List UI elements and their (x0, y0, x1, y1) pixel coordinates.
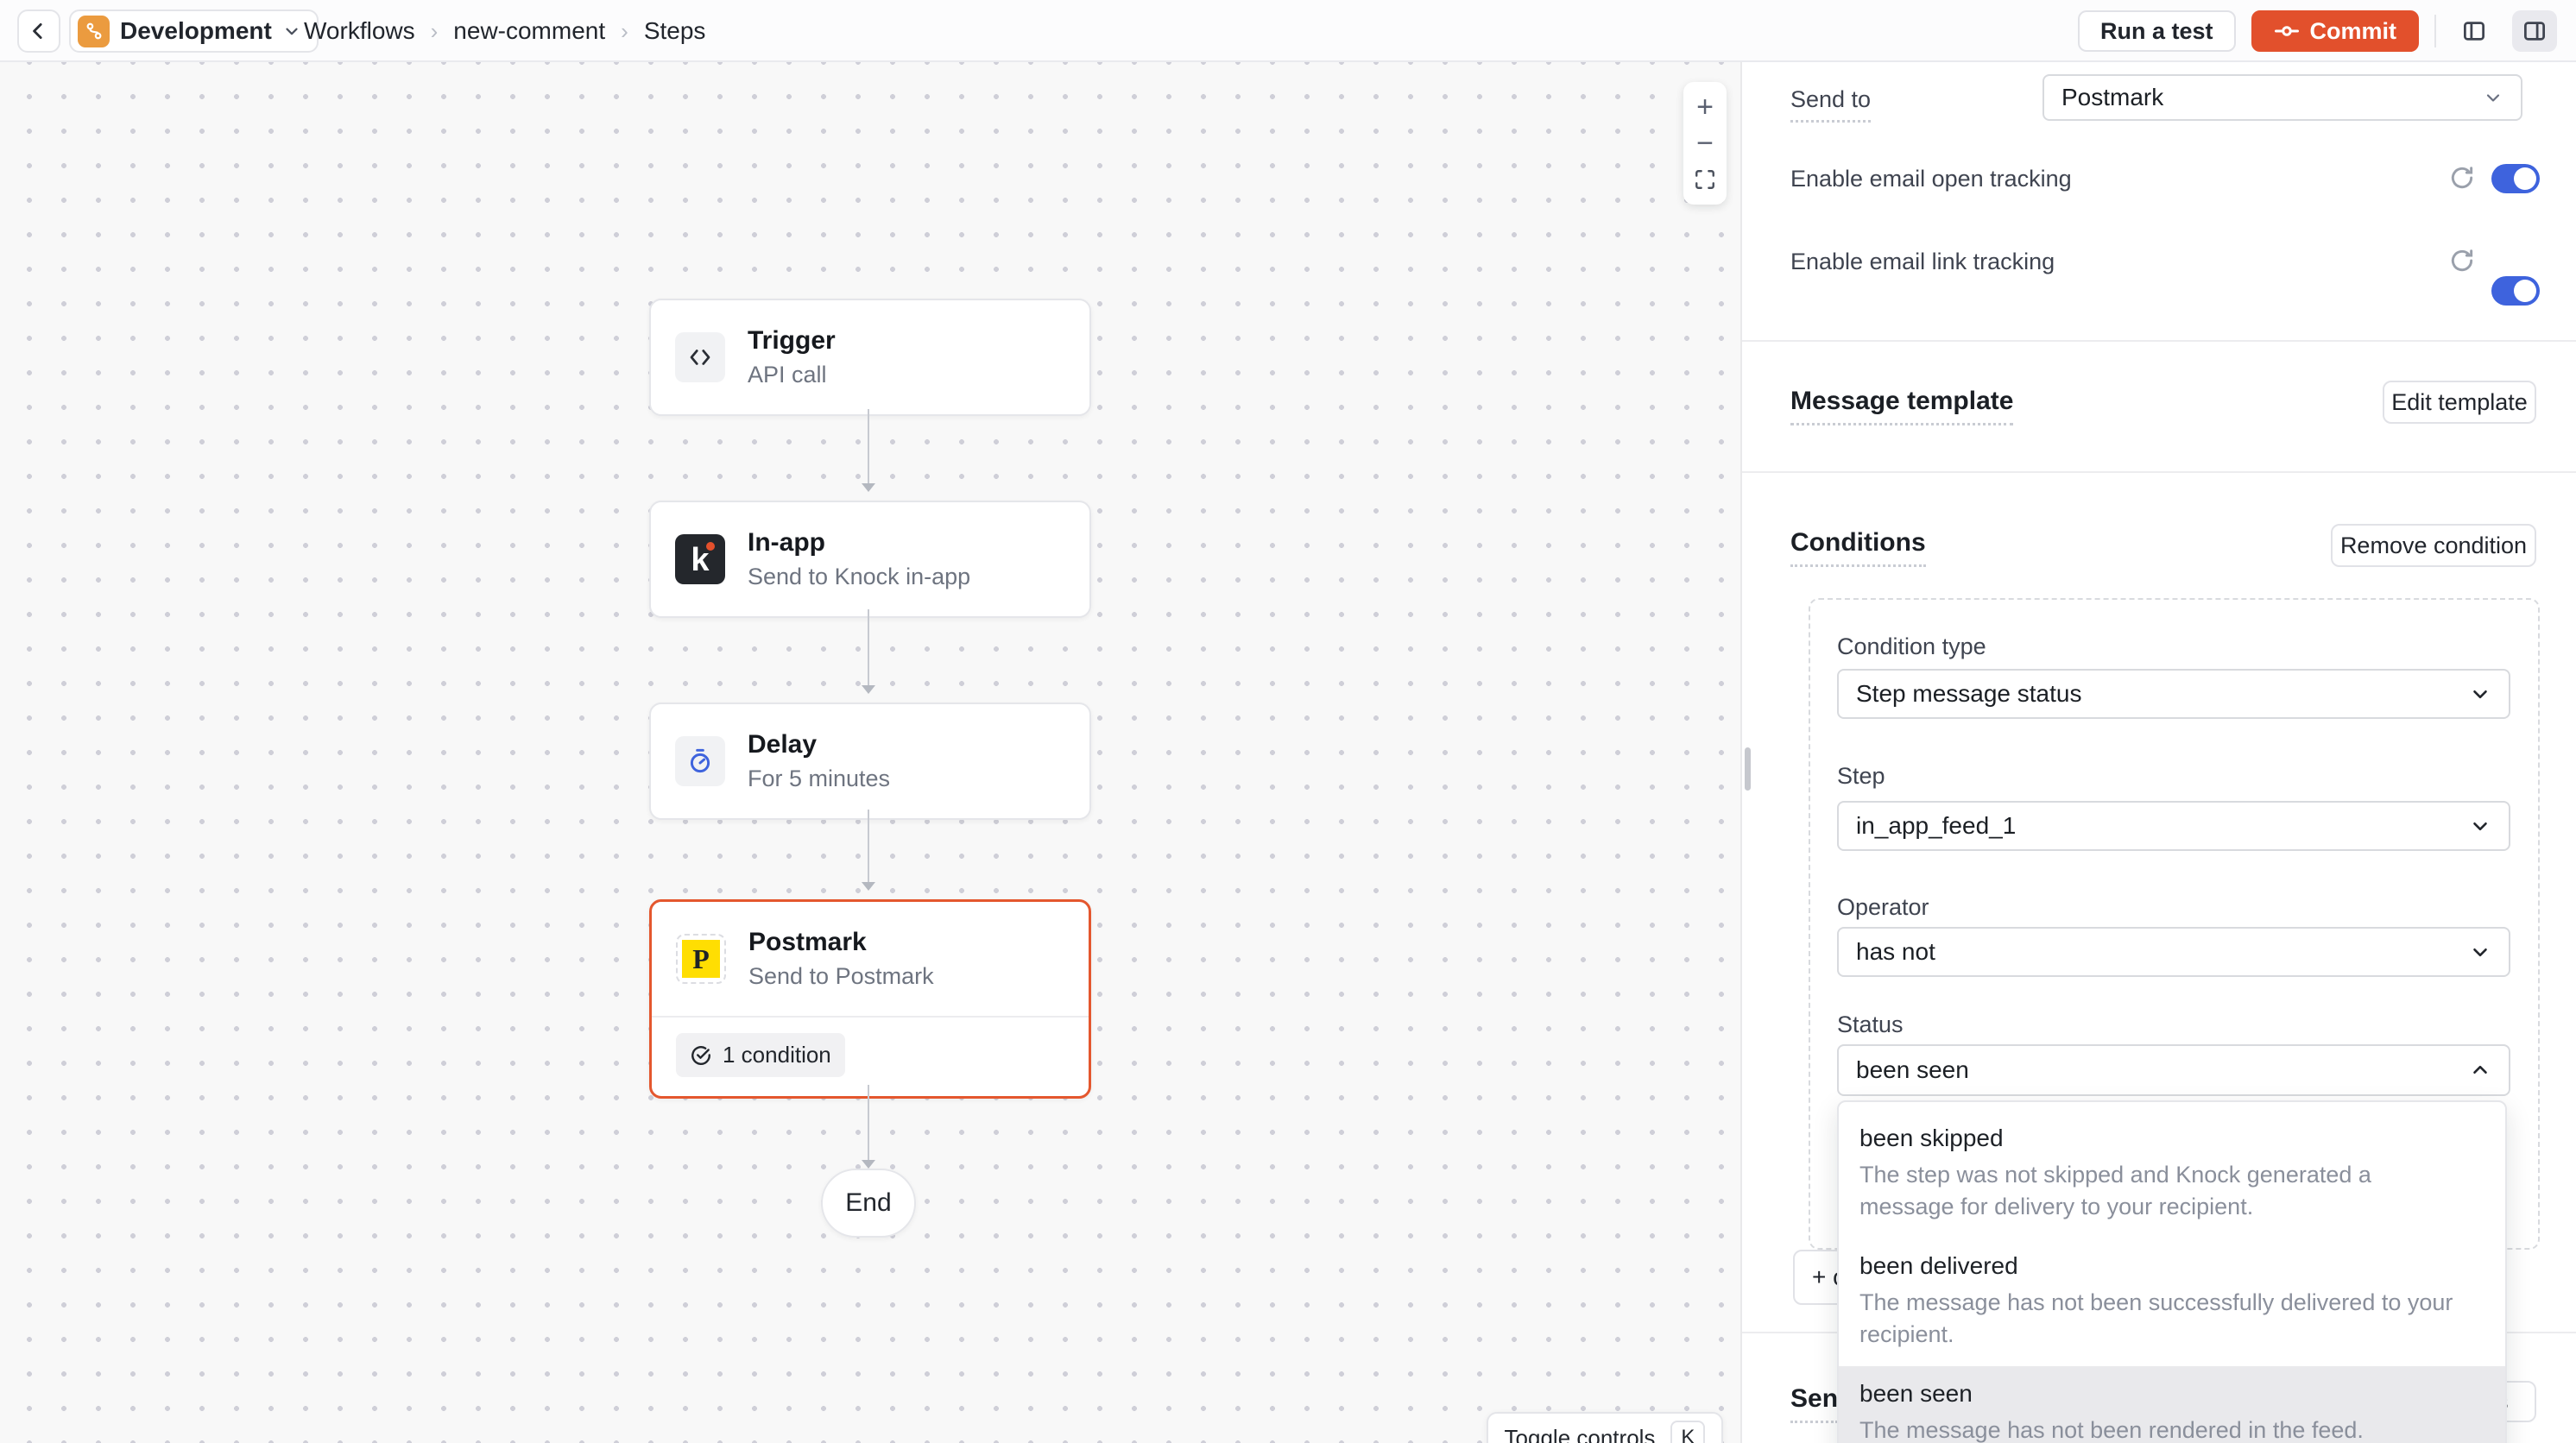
toggle-right-panel-button[interactable] (2512, 10, 2557, 52)
status-dropdown-menu: been skipped The step was not skipped an… (1837, 1100, 2507, 1443)
arrow-down-icon (862, 1160, 875, 1169)
chevron-down-icon (2469, 683, 2491, 705)
check-circle-icon (690, 1044, 712, 1067)
breadcrumb-workflows[interactable]: Workflows (304, 17, 415, 45)
run-a-test-button[interactable]: Run a test (2078, 10, 2236, 52)
dropdown-option-been-delivered[interactable]: been delivered The message has not been … (1839, 1238, 2505, 1366)
stopwatch-icon (675, 736, 725, 786)
node-subtitle: Send to Postmark (748, 963, 934, 990)
node-subtitle: Send to Knock in-app (748, 564, 970, 590)
open-tracking-label: Enable email open tracking (1790, 166, 2072, 192)
section-divider (1742, 340, 2576, 342)
node-subtitle: For 5 minutes (748, 766, 890, 792)
toolbar-divider (2434, 15, 2436, 47)
toggle-left-panel-button[interactable] (2452, 10, 2497, 52)
panel-divider (1740, 62, 1742, 1443)
conditions-heading: Conditions (1790, 528, 1926, 567)
zoom-out-button[interactable]: − (1690, 129, 1720, 158)
connector-line (868, 409, 869, 483)
breadcrumb-separator: › (431, 18, 439, 45)
fit-view-button[interactable] (1690, 165, 1720, 194)
send-to-label: Send to (1790, 86, 1871, 123)
breadcrumb-steps[interactable]: Steps (644, 17, 706, 45)
back-button[interactable] (17, 9, 60, 53)
chevron-down-icon (2469, 815, 2491, 837)
step-label: Step (1837, 763, 1885, 790)
status-combobox[interactable]: been seen (1837, 1044, 2510, 1096)
node-in-app[interactable]: k In-app Send to Knock in-app (649, 501, 1091, 618)
dropdown-option-been-skipped[interactable]: been skipped The step was not skipped an… (1839, 1111, 2505, 1238)
workflow-icon (78, 16, 110, 47)
commit-icon (2274, 18, 2300, 44)
open-tracking-toggle[interactable] (2491, 164, 2540, 193)
breadcrumb-separator: › (621, 18, 628, 45)
step-select[interactable]: in_app_feed_1 (1837, 801, 2510, 851)
node-title: Trigger (748, 326, 836, 356)
send-windows-heading: Sen (1790, 1384, 1838, 1423)
chevron-down-icon (282, 22, 301, 41)
connector-line (868, 810, 869, 882)
link-tracking-toggle[interactable] (2491, 276, 2540, 306)
node-end: End (821, 1169, 916, 1238)
operator-label: Operator (1837, 894, 1929, 921)
code-icon (675, 332, 725, 382)
node-subtitle: API call (748, 362, 836, 388)
condition-type-select[interactable]: Step message status (1837, 669, 2510, 719)
condition-count-badge[interactable]: 1 condition (676, 1033, 845, 1077)
status-label: Status (1837, 1011, 1904, 1038)
link-tracking-label: Enable email link tracking (1790, 249, 2055, 275)
environment-switcher[interactable]: Development (69, 9, 319, 53)
arrow-down-icon (862, 882, 875, 891)
connector-line (868, 1085, 869, 1160)
arrow-down-icon (862, 483, 875, 492)
send-to-select[interactable]: Postmark (2042, 74, 2522, 121)
chevron-left-icon (28, 20, 50, 42)
top-bar-actions: Run a test Commit (2078, 0, 2557, 62)
arrow-down-icon (862, 685, 875, 694)
condition-type-label: Condition type (1837, 633, 1986, 660)
node-delay[interactable]: Delay For 5 minutes (649, 703, 1091, 820)
message-template-heading: Message template (1790, 387, 2013, 425)
breadcrumb: Workflows › new-comment › Steps (304, 0, 705, 62)
node-title: Delay (748, 730, 890, 759)
canvas-zoom-controls: + − (1683, 82, 1727, 205)
top-bar: Development Workflows › new-comment › St… (0, 0, 2576, 62)
breadcrumb-workflow-name[interactable]: new-comment (453, 17, 605, 45)
node-title: In-app (748, 528, 970, 558)
refresh-icon[interactable] (2448, 247, 2476, 274)
environment-label: Development (120, 17, 272, 45)
panel-scrollbar[interactable] (1745, 747, 1751, 791)
dropdown-option-been-seen[interactable]: been seen The message has not been rende… (1839, 1366, 2505, 1443)
workflow-editor: Development Workflows › new-comment › St… (0, 0, 2576, 1443)
node-postmark[interactable]: P Postmark Send to Postmark 1 condition (649, 899, 1091, 1099)
commit-button[interactable]: Commit (2251, 10, 2420, 52)
postmark-icon: P (676, 934, 726, 984)
connector-line (868, 609, 869, 685)
knock-icon: k (675, 534, 725, 584)
remove-condition-button[interactable]: Remove condition (2331, 524, 2536, 567)
section-divider (1742, 471, 2576, 473)
refresh-icon[interactable] (2448, 164, 2476, 192)
zoom-in-button[interactable]: + (1690, 92, 1720, 122)
chevron-up-icon (2469, 1059, 2491, 1081)
toggle-controls-button[interactable]: Toggle controls K (1487, 1412, 1723, 1443)
keyboard-shortcut-badge: K (1670, 1421, 1705, 1443)
workflow-canvas[interactable]: Trigger API call k In-app Send to Knock … (0, 62, 1740, 1443)
operator-select[interactable]: has not (1837, 927, 2510, 977)
node-title: Postmark (748, 928, 934, 957)
chevron-down-icon (2483, 87, 2503, 108)
node-trigger[interactable]: Trigger API call (649, 299, 1091, 416)
chevron-down-icon (2469, 941, 2491, 963)
edit-template-button[interactable]: Edit template (2383, 381, 2536, 424)
